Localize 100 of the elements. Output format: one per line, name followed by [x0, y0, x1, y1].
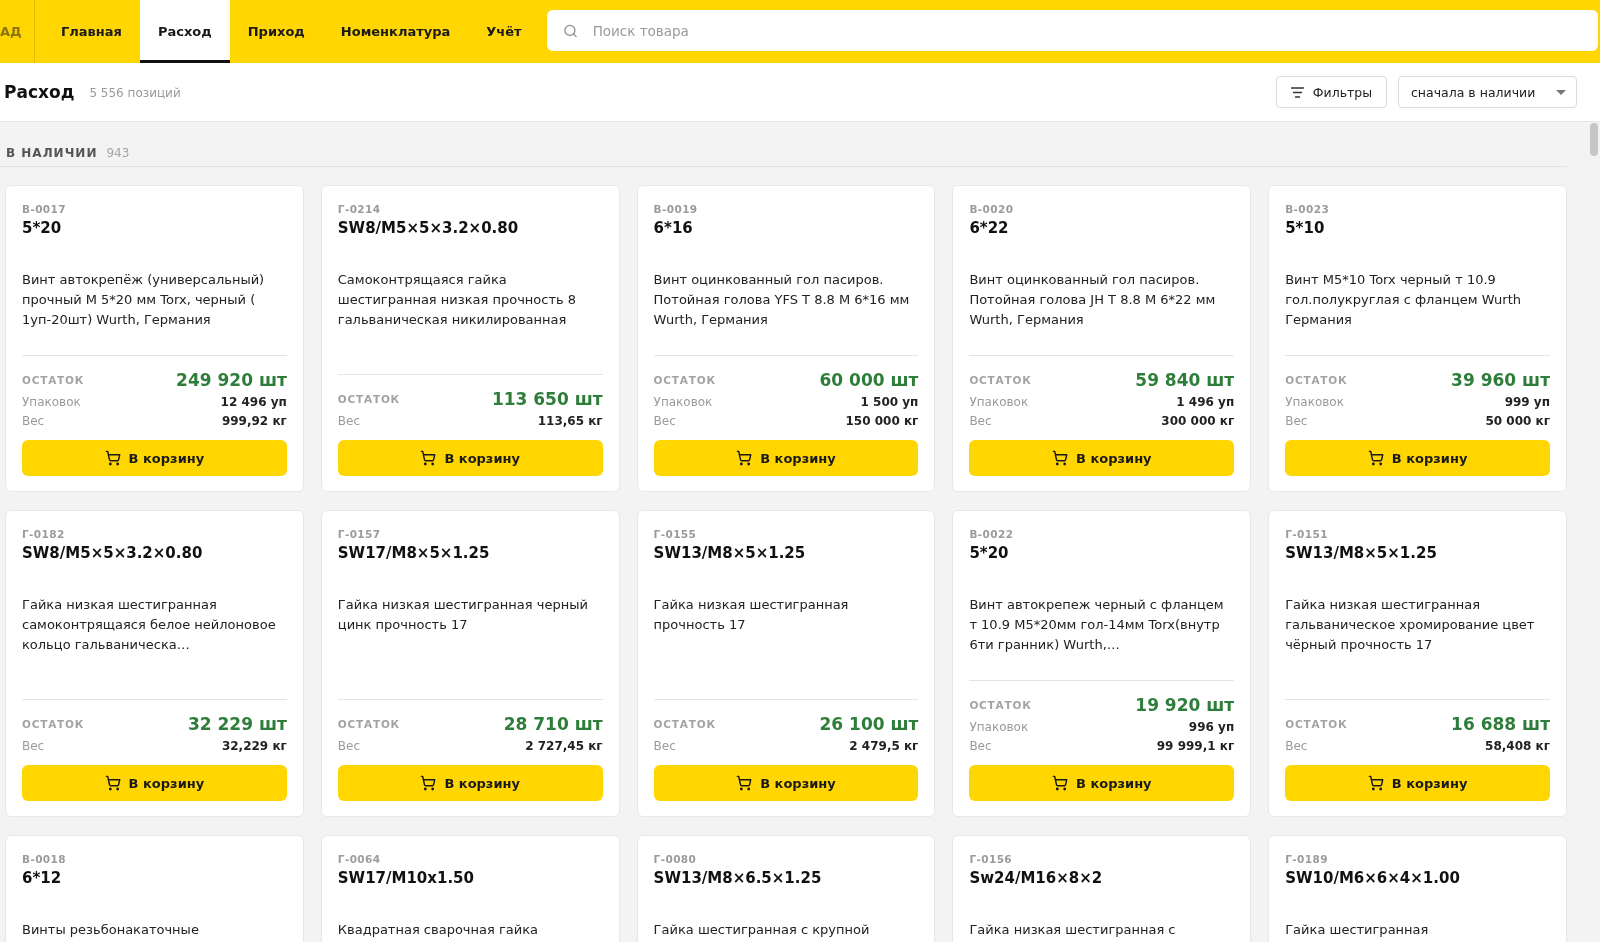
stock-label: ОСТАТОК — [969, 374, 1032, 386]
product-code: Г-0155 — [653, 527, 698, 542]
product-name: SW8/M5×5×3.2×0.80 — [337, 218, 520, 239]
detail-value: 1 496 уп — [1176, 394, 1235, 409]
stock-label: ОСТАТОК — [337, 393, 400, 405]
item-count: 5 556 позиций — [89, 86, 181, 100]
logo-text: АД — [0, 24, 22, 39]
detail-label: Вес — [22, 738, 45, 753]
stock-label: ОСТАТОК — [337, 718, 400, 730]
add-to-cart-button[interactable]: В корзину — [1285, 440, 1550, 476]
cart-icon — [104, 775, 121, 791]
detail-value: 99 999,1 кг — [1156, 738, 1235, 753]
sort-dropdown[interactable]: сначала в наличии — [1398, 76, 1577, 108]
product-name: SW17/M8×5×1.25 — [337, 543, 491, 564]
add-to-cart-button[interactable]: В корзину — [969, 765, 1235, 801]
detail-label: Упаковок — [22, 394, 81, 409]
cart-icon — [420, 775, 437, 791]
product-code: Г-0182 — [22, 527, 66, 542]
product-description: Винт автокрепёж (универсальный) прочный М 5*20 мм Torx, черный ( 1уп-20шт) Wurth, Германия — [22, 271, 266, 329]
stock-label: ОСТАТОК — [653, 374, 716, 386]
stock-label: ОСТАТОК — [1285, 374, 1348, 386]
section-title: В НАЛИЧИИ — [6, 145, 98, 161]
stock-label: ОСТАТОК — [1285, 718, 1348, 730]
product-code: В-0017 — [22, 202, 67, 217]
product-description: Гайка низкая шестигранная прочность 17 — [653, 596, 850, 634]
add-to-cart-button[interactable]: В корзину — [337, 440, 603, 476]
detail-value: 2 727,45 кг — [525, 738, 603, 753]
product-name: 6*22 — [969, 218, 1010, 239]
product-name: SW10/M6×6×4×1.00 — [1285, 868, 1461, 889]
stock-value: 113 650 шт — [491, 389, 603, 409]
stock-value: 16 688 шт — [1451, 714, 1550, 734]
nav-tab[interactable]: Главная — [43, 0, 140, 63]
filters-button[interactable]: Фильтры — [1276, 76, 1387, 108]
detail-label: Вес — [653, 738, 676, 753]
product-code: Г-0157 — [337, 527, 382, 542]
add-to-cart-button[interactable]: В корзину — [653, 765, 919, 801]
product-code: Г-0080 — [653, 852, 698, 867]
add-to-cart-button[interactable]: В корзину — [1285, 765, 1550, 801]
cart-icon — [1051, 775, 1068, 791]
stock-value: 28 710 шт — [503, 714, 603, 734]
add-to-cart-button[interactable]: В корзину — [22, 765, 287, 801]
detail-label: Вес — [337, 738, 360, 753]
nav-tab[interactable]: Приход — [229, 0, 323, 63]
page-title: Расход — [4, 82, 75, 102]
detail-label: Вес — [969, 413, 992, 428]
product-code: Г-0151 — [1285, 527, 1329, 542]
stock-value: 32 229 шт — [187, 714, 287, 734]
stock-value: 19 920 шт — [1135, 695, 1235, 715]
detail-label: Упаковок — [1285, 394, 1344, 409]
detail-value: 999 уп — [1504, 394, 1550, 409]
detail-label: Упаковок — [653, 394, 713, 409]
section-count: 943 — [106, 145, 130, 161]
product-name: 5*20 — [969, 543, 1010, 564]
cart-icon — [1367, 775, 1384, 791]
product-code: В-0019 — [653, 202, 699, 217]
stock-label: ОСТАТОК — [22, 718, 85, 730]
add-to-cart-button[interactable]: В корзину — [969, 440, 1235, 476]
nav-tab[interactable]: Расход — [139, 0, 230, 63]
detail-label: Вес — [22, 413, 45, 428]
product-name: 5*20 — [22, 218, 63, 239]
product-description: Гайка низкая шестигранная гальваническое хромирование цвет чёрный прочность 17 — [1285, 596, 1536, 654]
product-code: Г-0156 — [969, 852, 1014, 867]
product-code: В-0018 — [22, 852, 67, 867]
filter-icon — [1290, 86, 1304, 98]
stock-value: 59 840 шт — [1135, 370, 1235, 390]
nav-tab[interactable]: Учёт — [468, 0, 540, 63]
add-to-cart-button[interactable]: В корзину — [337, 765, 603, 801]
product-code: Г-0214 — [337, 202, 382, 217]
product-description: Гайка низкая шестигранная черный цинк прочность 17 — [337, 596, 589, 634]
cart-icon — [1367, 450, 1384, 466]
detail-value: 300 000 кг — [1161, 413, 1235, 428]
product-name: SW13/M8×6.5×1.25 — [653, 868, 823, 889]
detail-label: Упаковок — [969, 719, 1029, 734]
scrollbar-thumb[interactable] — [1590, 123, 1598, 156]
cart-icon — [736, 450, 753, 466]
product-code: Г-0189 — [1285, 852, 1329, 867]
add-to-cart-button[interactable]: В корзину — [653, 440, 919, 476]
product-description: Винт оцинкованный гол пасиров. Потойная голова YFS T 8.8 M 6*16 мм Wurth, Германия — [653, 271, 911, 329]
nav-tab[interactable]: Номенклатура — [322, 0, 469, 63]
product-name: SW13/M8×5×1.25 — [1285, 543, 1438, 564]
product-description: Гайка шестигранная — [1285, 921, 1430, 939]
product-code: В-0020 — [969, 202, 1015, 217]
detail-label: Вес — [653, 413, 676, 428]
product-description: Гайка низкая шестигранная с — [969, 921, 1177, 939]
stock-value: 60 000 шт — [819, 370, 919, 390]
detail-value: 996 уп — [1188, 719, 1235, 734]
detail-label: Вес — [1285, 413, 1308, 428]
product-description: Гайка низкая шестигранная самоконтрящаяся белое нейлоновое кольцо гальваническа… — [22, 596, 277, 654]
detail-value: 58,408 кг — [1485, 738, 1550, 753]
detail-value: 1 500 уп — [860, 394, 919, 409]
search-field[interactable]: Поиск товара — [546, 10, 1598, 51]
product-name: 5*10 — [1285, 218, 1326, 239]
detail-value: 113,65 кг — [537, 413, 603, 428]
add-to-cart-button[interactable]: В корзину — [22, 440, 287, 476]
caret-icon — [1556, 89, 1566, 95]
detail-label: Упаковок — [969, 394, 1029, 409]
product-name: 6*16 — [653, 218, 694, 239]
cart-icon — [1051, 450, 1068, 466]
cart-icon — [420, 450, 437, 466]
stock-value: 249 920 шт — [176, 370, 287, 390]
